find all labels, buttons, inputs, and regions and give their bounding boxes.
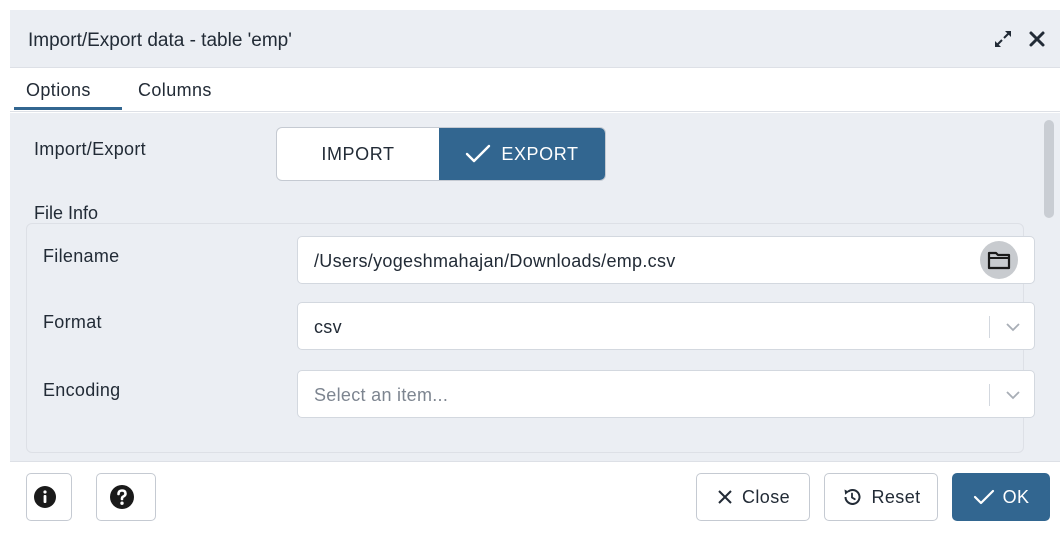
reset-button[interactable]: Reset [824, 473, 938, 521]
import-export-label: Import/Export [34, 139, 146, 159]
file-info-fieldset: Filename /Users/yogeshmahajan/Downloads/… [26, 223, 1035, 453]
info-icon [34, 486, 56, 508]
file-info-legend: File Info [34, 203, 99, 223]
format-select-separator [989, 316, 990, 338]
filename-label: Filename [43, 246, 120, 266]
chevron-down-icon[interactable] [1004, 318, 1022, 341]
checkmark-icon [466, 144, 491, 163]
dialog-titlebar: Import/Export data - table 'emp' [10, 10, 1060, 68]
tab-columns[interactable]: Columns [138, 80, 212, 101]
format-value: csv [314, 317, 342, 337]
help-icon [110, 485, 134, 509]
import-export-toggle: IMPORT EXPORT [276, 127, 606, 181]
encoding-placeholder: Select an item... [314, 385, 449, 405]
format-select[interactable]: csv [297, 302, 1035, 350]
help-button[interactable] [96, 473, 156, 521]
ok-button-label: OK [1002, 486, 1030, 507]
format-label: Format [43, 312, 102, 332]
reset-button-label: Reset [871, 486, 921, 507]
encoding-select-separator [989, 384, 990, 406]
ok-button[interactable]: OK [952, 473, 1050, 521]
checkmark-icon [973, 489, 994, 505]
dialog-title: Import/Export data - table 'emp' [28, 30, 292, 51]
chevron-down-icon[interactable] [1004, 386, 1022, 409]
filename-field[interactable]: /Users/yogeshmahajan/Downloads/emp.csv [297, 236, 1035, 284]
tab-bar: Options Columns [10, 68, 1060, 112]
import-export-dialog: Import/Export data - table 'emp' Options… [10, 10, 1060, 533]
import-toggle-label: IMPORT [321, 143, 395, 164]
close-button[interactable]: Close [696, 473, 810, 521]
close-button-label: Close [741, 486, 791, 507]
export-toggle-button[interactable]: EXPORT [439, 128, 605, 180]
dialog-footer: Close Reset OK [10, 461, 1060, 533]
expand-icon[interactable] [992, 28, 1014, 50]
import-toggle-button[interactable]: IMPORT [277, 128, 439, 180]
folder-icon[interactable] [980, 241, 1018, 279]
close-icon [718, 490, 732, 504]
encoding-select[interactable]: Select an item... [297, 370, 1035, 418]
close-icon[interactable] [1026, 28, 1048, 50]
active-tab-indicator [14, 107, 122, 110]
export-toggle-label: EXPORT [501, 143, 579, 164]
filename-value: /Users/yogeshmahajan/Downloads/emp.csv [314, 251, 676, 271]
tab-options[interactable]: Options [26, 80, 91, 101]
options-panel: Import/Export IMPORT EXPORT File Info Fi… [10, 113, 1060, 461]
scrollbar-thumb[interactable] [1044, 120, 1054, 218]
reset-icon [844, 488, 861, 505]
info-button[interactable] [26, 473, 72, 521]
encoding-label: Encoding [43, 380, 121, 400]
